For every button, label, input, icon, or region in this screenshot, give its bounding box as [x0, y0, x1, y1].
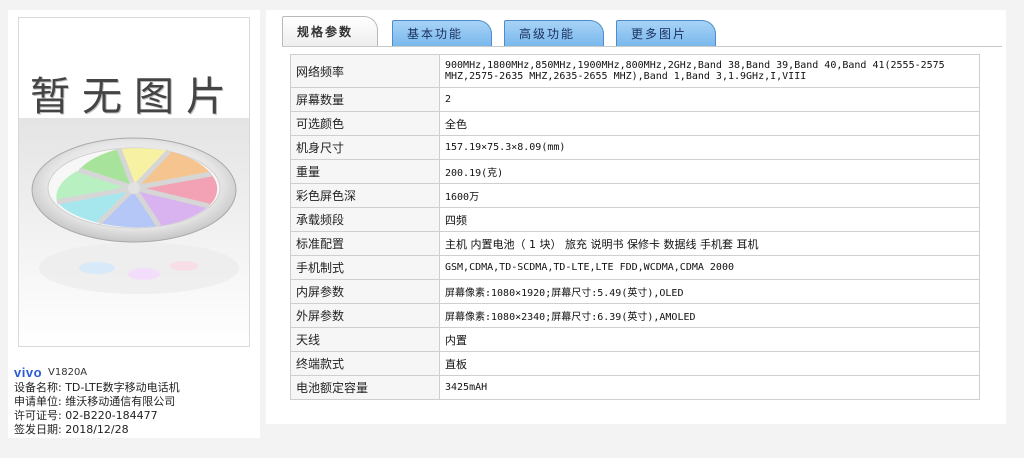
- spec-key: 机身尺寸: [290, 135, 440, 160]
- spec-value: GSM,CDMA,TD-SCDMA,TD-LTE,LTE FDD,WCDMA,C…: [439, 255, 980, 280]
- specs-panel: 规格参数 基本功能 高级功能 更多图片 网络频率 900MHz,1800MHz,…: [266, 10, 1006, 424]
- table-row: 彩色屏色深 1600万: [290, 183, 980, 208]
- spec-key: 标准配置: [290, 231, 440, 256]
- spec-key: 手机制式: [290, 255, 440, 280]
- spec-key: 内屏参数: [290, 279, 440, 304]
- spec-value: 四频: [439, 207, 980, 232]
- spec-key: 电池额定容量: [290, 375, 440, 400]
- spec-value: 1600万: [439, 183, 980, 208]
- spec-key: 天线: [290, 327, 440, 352]
- brand-logo: vivo: [14, 365, 43, 380]
- tab-specs[interactable]: 规格参数: [282, 16, 378, 46]
- table-row: 承载频段 四频: [290, 207, 980, 232]
- brand-model-row: vivo V1820A: [14, 366, 260, 380]
- table-row: 机身尺寸 157.19×75.3×8.09(mm): [290, 135, 980, 160]
- table-row: 屏幕数量 2: [290, 87, 980, 112]
- applicant-row: 申请单位: 维沃移动通信有限公司: [14, 395, 176, 408]
- table-row: 内屏参数 屏幕像素:1080×1920;屏幕尺寸:5.49(英寸),OLED: [290, 279, 980, 304]
- spec-value: 200.19(克): [439, 159, 980, 184]
- spec-value: 全色: [439, 111, 980, 136]
- spec-key: 彩色屏色深: [290, 183, 440, 208]
- spec-value: 内置: [439, 327, 980, 352]
- table-row: 终端款式 直板: [290, 351, 980, 376]
- spec-table: 网络频率 900MHz,1800MHz,850MHz,1900MHz,800MH…: [290, 54, 980, 400]
- device-info-panel: 暂无图片 vivo V1820A 设备名称: TD-LTE数字移动电话机 申请单…: [8, 10, 260, 438]
- tab-basic-functions[interactable]: 基本功能: [392, 20, 492, 46]
- spec-value: 直板: [439, 351, 980, 376]
- product-image-box: 暂无图片: [18, 17, 250, 347]
- spec-value: 2: [439, 87, 980, 112]
- table-row: 外屏参数 屏幕像素:1080×2340;屏幕尺寸:6.39(英寸),AMOLED: [290, 303, 980, 328]
- spec-key: 外屏参数: [290, 303, 440, 328]
- table-row: 电池额定容量 3425mAH: [290, 375, 980, 400]
- spec-key: 屏幕数量: [290, 87, 440, 112]
- table-row: 网络频率 900MHz,1800MHz,850MHz,1900MHz,800MH…: [290, 54, 980, 88]
- license-number-row: 许可证号: 02-B220-184477: [14, 409, 158, 422]
- no-image-placeholder-text: 暂无图片: [30, 74, 238, 120]
- table-row: 手机制式 GSM,CDMA,TD-SCDMA,TD-LTE,LTE FDD,WC…: [290, 255, 980, 280]
- spec-value: 主机 内置电池（ 1 块） 旅充 说明书 保修卡 数据线 手机套 耳机: [439, 231, 980, 256]
- spec-value: 157.19×75.3×8.09(mm): [439, 135, 980, 160]
- spec-key: 承载频段: [290, 207, 440, 232]
- spec-key: 网络频率: [290, 54, 440, 88]
- spec-key: 可选颜色: [290, 111, 440, 136]
- device-name-row: 设备名称: TD-LTE数字移动电话机: [14, 381, 180, 394]
- table-row: 天线 内置: [290, 327, 980, 352]
- table-row: 可选颜色 全色: [290, 111, 980, 136]
- tab-more-images[interactable]: 更多图片: [616, 20, 716, 46]
- spec-key: 重量: [290, 159, 440, 184]
- table-row: 标准配置 主机 内置电池（ 1 块） 旅充 说明书 保修卡 数据线 手机套 耳机: [290, 231, 980, 256]
- tab-advanced-functions[interactable]: 高级功能: [504, 20, 604, 46]
- model-number: V1820A: [48, 367, 88, 378]
- spec-key: 终端款式: [290, 351, 440, 376]
- spec-value: 屏幕像素:1080×2340;屏幕尺寸:6.39(英寸),AMOLED: [439, 303, 980, 328]
- table-row: 重量 200.19(克): [290, 159, 980, 184]
- issue-date-row: 签发日期: 2018/12/28: [14, 423, 129, 436]
- spec-value: 3425mAH: [439, 375, 980, 400]
- spec-value: 900MHz,1800MHz,850MHz,1900MHz,800MHz,2GH…: [439, 54, 980, 88]
- tab-divider: [282, 46, 1002, 47]
- tab-bar: 规格参数 基本功能 高级功能 更多图片: [282, 16, 1002, 46]
- spec-value: 屏幕像素:1080×1920;屏幕尺寸:5.49(英寸),OLED: [439, 279, 980, 304]
- placeholder-disc-illustration: [19, 118, 249, 346]
- device-meta-info: vivo V1820A 设备名称: TD-LTE数字移动电话机 申请单位: 维沃…: [14, 366, 260, 437]
